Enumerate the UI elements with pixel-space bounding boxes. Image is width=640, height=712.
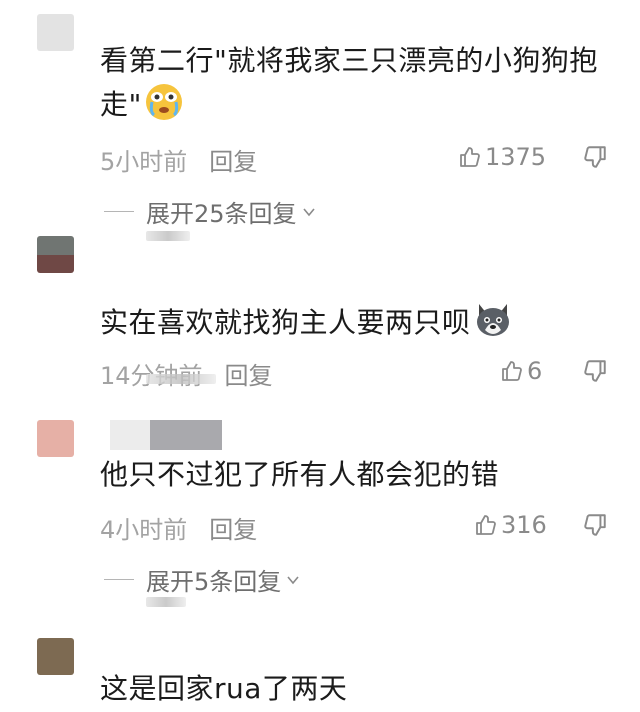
like-button[interactable]: 6: [500, 357, 542, 385]
reply-button[interactable]: 回复: [209, 148, 257, 176]
expand-label: 展开5条回复: [146, 568, 282, 596]
comment-text: 这是回家rua了两天: [100, 668, 630, 710]
comment-text-content: 这是回家rua了两天: [100, 672, 348, 705]
comment-text-content: 他只不过犯了所有人都会犯的错: [100, 458, 500, 491]
avatar[interactable]: [37, 236, 74, 273]
like-count: 316: [501, 511, 547, 539]
expand-replies-button[interactable]: 展开25条回复: [104, 194, 317, 229]
comment-text: 他只不过犯了所有人都会犯的错: [100, 454, 630, 496]
comment-meta: 5小时前 回复: [100, 142, 257, 177]
thumbs-down-icon[interactable]: [582, 358, 608, 384]
comment-text: 看第二行"就将我家三只漂亮的小狗狗抱走": [100, 40, 630, 126]
like-count: 6: [527, 357, 543, 385]
thumbs-up-icon: [476, 515, 496, 535]
comment-meta: 4小时前 回复: [100, 510, 257, 545]
blurred-region: [146, 597, 186, 607]
chevron-down-icon: [302, 207, 315, 216]
thumbs-up-icon: [502, 361, 522, 381]
divider-line: [104, 211, 134, 212]
like-count: 1375: [485, 143, 547, 171]
avatar[interactable]: [37, 638, 74, 675]
comment-text-content: 实在喜欢就找狗主人要两只呗: [100, 306, 471, 339]
expand-label: 展开25条回复: [146, 200, 297, 228]
like-button[interactable]: 1375: [458, 143, 546, 171]
blurred-region: [146, 374, 216, 384]
crying-emoji-icon: [145, 84, 182, 120]
thumbs-down-icon[interactable]: [582, 512, 608, 538]
thumbs-up-icon: [460, 147, 480, 167]
divider-line: [104, 579, 134, 580]
blurred-region: [146, 231, 190, 241]
username-redacted[interactable]: [100, 420, 222, 450]
avatar[interactable]: [37, 14, 74, 51]
comment-time: 4小时前: [100, 516, 188, 544]
expand-replies-button[interactable]: 展开5条回复: [104, 562, 301, 597]
avatar[interactable]: [37, 420, 74, 457]
husky-emoji-icon: [476, 304, 509, 336]
comment-text: 实在喜欢就找狗主人要两只呗: [100, 300, 630, 344]
reply-button[interactable]: 回复: [209, 516, 257, 544]
like-button[interactable]: 316: [474, 511, 547, 539]
chevron-down-icon: [287, 575, 299, 584]
reply-button[interactable]: 回复: [225, 362, 273, 390]
comment-time: 5小时前: [100, 148, 188, 176]
thumbs-down-icon[interactable]: [582, 144, 608, 170]
